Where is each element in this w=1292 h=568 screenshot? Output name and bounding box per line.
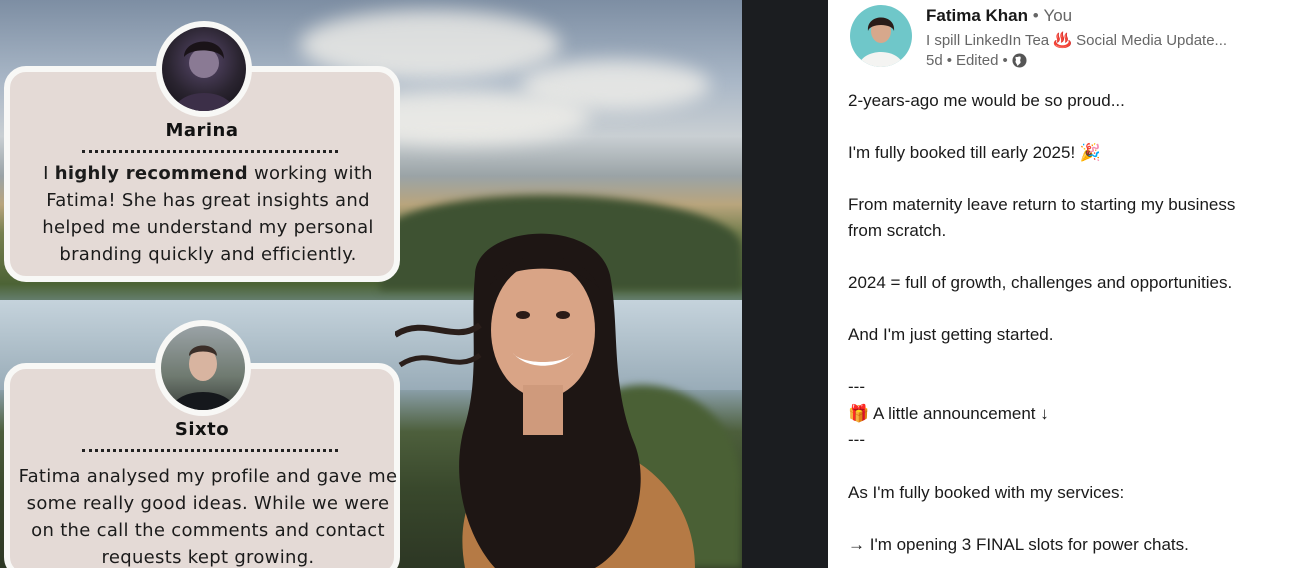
author-header[interactable]: Fatima Khan • You (926, 6, 1072, 26)
relation-label: You (1043, 6, 1073, 25)
post-meta: 5d • Edited • (926, 52, 1027, 69)
woman-portrait (395, 233, 695, 568)
post-line: from scratch. (848, 221, 947, 240)
panel-divider (742, 0, 828, 568)
post-line: --- (848, 430, 865, 449)
post-line: And I'm just getting started. (848, 325, 1054, 344)
post-image[interactable]: Marina I highly recommend working with F… (0, 0, 742, 568)
avatar-marina (156, 21, 252, 117)
post-line: As I'm fully booked with my services: (848, 483, 1125, 502)
testimonial-text: I highly recommend working with Fatima! … (42, 163, 374, 265)
testimonial-name: Sixto (174, 419, 230, 440)
post-line: 2-years-ago me would be so proud... (848, 91, 1125, 110)
author-name[interactable]: Fatima Khan (926, 6, 1028, 25)
more-options-icon[interactable]: ⋮ (1286, 12, 1292, 29)
separator: • (1032, 6, 1039, 25)
post-time: 5d (926, 52, 943, 69)
avatar-sixto (155, 320, 251, 416)
post-line: From maternity leave return to starting … (848, 195, 1236, 214)
post-line: --- (848, 377, 865, 396)
author-avatar[interactable] (850, 5, 912, 67)
globe-icon (1012, 53, 1027, 68)
separator: • (1002, 52, 1008, 69)
edited-label: Edited (955, 52, 999, 69)
testimonial-text: Fatima analysed my profile and gave me s… (18, 466, 398, 568)
author-headline: I spill LinkedIn Tea ♨️ Social Media Upd… (926, 32, 1228, 49)
post-line: → I'm opening 3 FINAL slots for power ch… (848, 535, 1189, 554)
post-line: 🎁 A little announcement ↓ (848, 404, 1049, 423)
dotted-divider (82, 449, 338, 452)
post-panel: Fatima Khan • You I spill LinkedIn Tea ♨… (828, 0, 1292, 568)
testimonial-name: Marina (165, 120, 239, 141)
post-line: I'm fully booked till early 2025! 🎉 (848, 143, 1102, 162)
separator: • (946, 52, 952, 69)
post-line: 2024 = full of growth, challenges and op… (848, 273, 1233, 292)
dotted-divider (82, 150, 338, 153)
